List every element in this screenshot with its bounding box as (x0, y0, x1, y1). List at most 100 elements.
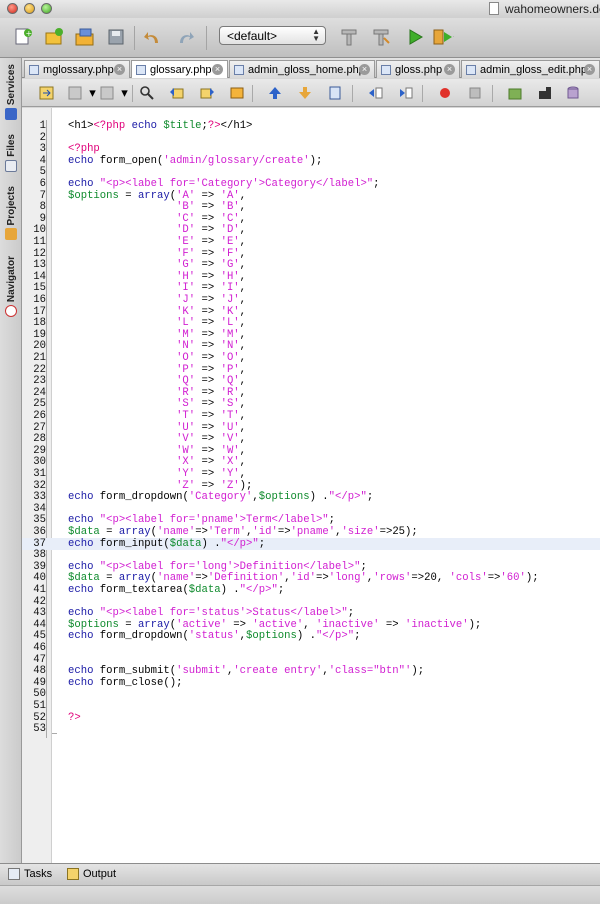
code-line[interactable]: 33 echo form_dropdown('Category',$options… (22, 491, 600, 503)
code-line[interactable]: 11 'E' => 'E', (22, 236, 600, 248)
undo-icon[interactable] (142, 26, 164, 48)
comment-icon[interactable] (536, 84, 553, 101)
code-line[interactable]: 30 'X' => 'X', (22, 456, 600, 468)
code-line[interactable]: 8 'B' => 'B', (22, 201, 600, 213)
forward-icon[interactable] (98, 84, 115, 101)
zoom-window-button[interactable] (41, 3, 52, 14)
code-line[interactable]: 50 (22, 688, 600, 700)
side-tab-files[interactable]: Files (2, 134, 20, 172)
tab-gloss[interactable]: gloss.php × (376, 60, 460, 78)
code-line[interactable]: 5 (22, 166, 600, 178)
code-line[interactable]: 18 'L' => 'L', (22, 317, 600, 329)
tasks-tab[interactable]: Tasks (8, 868, 52, 880)
tab-glossary[interactable]: glossary.php × (131, 60, 228, 78)
next-bookmark-icon[interactable] (296, 84, 313, 101)
find-previous-icon[interactable] (168, 84, 185, 101)
output-tab[interactable]: Output (67, 868, 116, 880)
code-line[interactable]: 25 'S' => 'S', (22, 398, 600, 410)
close-tab-icon[interactable]: × (114, 64, 125, 75)
code-line[interactable]: 44 $options = array('active' => 'active',… (22, 619, 600, 631)
check-icon[interactable] (506, 84, 523, 101)
run-icon[interactable] (404, 26, 426, 48)
code-line[interactable]: 9 'C' => 'C', (22, 213, 600, 225)
minimize-window-button[interactable] (24, 3, 35, 14)
code-line[interactable]: 19 'M' => 'M', (22, 329, 600, 341)
debug-icon[interactable] (432, 26, 454, 48)
code-line[interactable]: 23 'Q' => 'Q', (22, 375, 600, 387)
tab-mglossary[interactable]: mglossary.php × (24, 60, 130, 78)
code-line[interactable]: 14 'H' => 'H', (22, 271, 600, 283)
clean-build-icon[interactable] (338, 26, 360, 48)
save-all-icon[interactable] (105, 26, 127, 48)
side-tab-navigator[interactable]: Navigator (2, 256, 20, 318)
last-edit-icon[interactable] (38, 84, 55, 101)
code-line[interactable]: 39 echo "<p><label for='long'>Definition<… (22, 561, 600, 573)
close-tab-icon[interactable]: × (584, 64, 595, 75)
code-line[interactable]: 17 'K' => 'K', (22, 306, 600, 318)
code-editor[interactable]: 1 <h1><?php echo $title;?></h1> 2 3 <?php 4 ec… (22, 108, 600, 863)
code-line[interactable]: 2 (22, 132, 600, 144)
open-project-icon[interactable] (74, 26, 96, 48)
previous-bookmark-icon[interactable] (266, 84, 283, 101)
code-line[interactable]: 27 'U' => 'U', (22, 422, 600, 434)
shift-left-icon[interactable] (366, 84, 383, 101)
database-icon[interactable] (564, 84, 581, 101)
start-macro-recording-icon[interactable] (436, 84, 453, 101)
tab-admin-gloss-home[interactable]: admin_gloss_home.php × (229, 60, 375, 78)
build-icon[interactable] (370, 26, 392, 48)
code-line[interactable]: 15 'I' => 'I', (22, 282, 600, 294)
code-line[interactable]: 1 <h1><?php echo $title;?></h1> (22, 120, 600, 132)
close-tab-icon[interactable]: × (444, 64, 455, 75)
close-window-button[interactable] (7, 3, 18, 14)
code-line[interactable]: 46 (22, 642, 600, 654)
redo-icon[interactable] (174, 26, 196, 48)
find-icon[interactable] (138, 84, 155, 101)
code-line[interactable]: 4 echo form_open('admin/glossary/create')… (22, 155, 600, 167)
stop-macro-recording-icon[interactable] (466, 84, 483, 101)
forward-dropdown-icon[interactable]: ▾ (116, 84, 133, 101)
code-line[interactable]: 48 echo form_submit('submit','create entr… (22, 665, 600, 677)
close-tab-icon[interactable]: × (212, 64, 223, 75)
code-line[interactable]: 7 $options = array('A' => 'A', (22, 190, 600, 202)
code-line[interactable]: 45 echo form_dropdown('status',$options) … (22, 630, 600, 642)
new-file-icon[interactable]: + (12, 26, 34, 48)
code-line[interactable]: 21 'O' => 'O', (22, 352, 600, 364)
close-tab-icon[interactable]: × (359, 64, 370, 75)
code-line[interactable]: 34 (22, 503, 600, 515)
code-line[interactable]: 41 echo form_textarea($data) ."</p>"; (22, 584, 600, 596)
code-line[interactable]: 10 'D' => 'D', (22, 224, 600, 236)
code-line[interactable]: 47 (22, 654, 600, 666)
code-line[interactable]: 6 echo "<p><label for='Category'>Category… (22, 178, 600, 190)
code-line[interactable]: 26 'T' => 'T', (22, 410, 600, 422)
code-line[interactable]: 51 (22, 700, 600, 712)
code-line[interactable]: 29 'W' => 'W', (22, 445, 600, 457)
code-line[interactable]: 53 (22, 723, 600, 735)
code-line[interactable]: 40 $data = array('name'=>'Definition','id… (22, 572, 600, 584)
back-icon[interactable] (66, 84, 83, 101)
code-line[interactable]: 32 'Z' => 'Z'); (22, 480, 600, 492)
code-line[interactable]: 52 ?> (22, 712, 600, 724)
code-line[interactable]: 49 echo form_close(); (22, 677, 600, 689)
code-line[interactable]: 20 'N' => 'N', (22, 340, 600, 352)
find-next-icon[interactable] (198, 84, 215, 101)
tab-admin-gloss-edit[interactable]: admin_gloss_edit.php × (461, 60, 600, 78)
configuration-select[interactable]: <default> ▲ ▼ (219, 26, 326, 45)
code-line[interactable]: 13 'G' => 'G', (22, 259, 600, 271)
code-line[interactable]: 22 'P' => 'P', (22, 364, 600, 376)
code-line[interactable]: 3 <?php (22, 143, 600, 155)
code-line[interactable]: 28 'V' => 'V', (22, 433, 600, 445)
code-line[interactable]: 31 'Y' => 'Y', (22, 468, 600, 480)
code-line[interactable]: 36 $data = array('name'=>'Term','id'=>'pn… (22, 526, 600, 538)
code-line[interactable]: 43 echo "<p><label for='status'>Status</l… (22, 607, 600, 619)
toggle-bookmark-icon[interactable] (326, 84, 343, 101)
side-tab-projects[interactable]: Projects (2, 186, 20, 241)
code-line[interactable]: 12 'F' => 'F', (22, 248, 600, 260)
code-line[interactable]: 42 (22, 596, 600, 608)
code-line[interactable]: 37 echo form_input($data) ."</p>"; (22, 537, 600, 550)
side-tab-services[interactable]: Services (2, 64, 20, 121)
toggle-highlight-icon[interactable] (228, 84, 245, 101)
code-line[interactable]: 24 'R' => 'R', (22, 387, 600, 399)
code-line[interactable]: 35 echo "<p><label for='pname'>Term</labe… (22, 514, 600, 526)
shift-right-icon[interactable] (396, 84, 413, 101)
code-line[interactable]: 38 (22, 549, 600, 561)
